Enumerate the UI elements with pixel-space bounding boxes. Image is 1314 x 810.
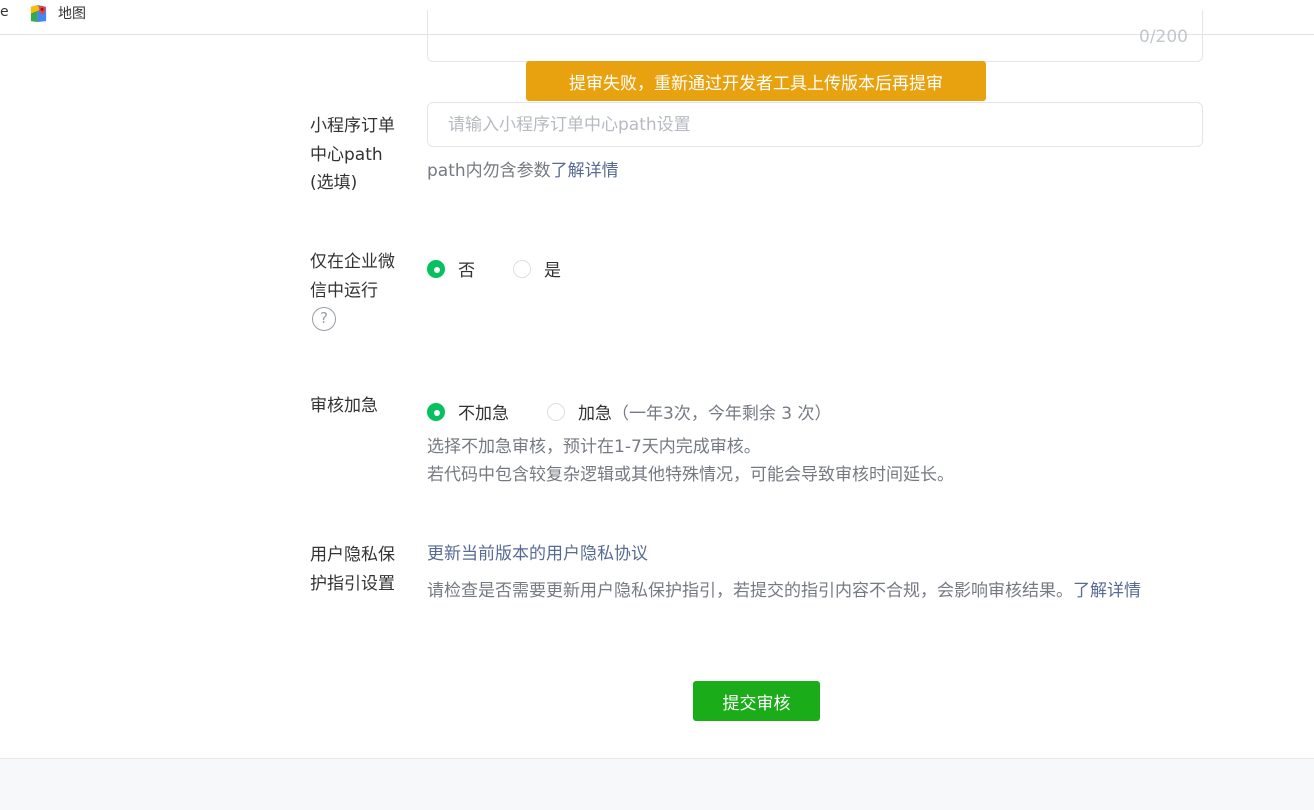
page-footer <box>0 758 1314 810</box>
order-path-input[interactable] <box>427 102 1203 147</box>
description-textarea[interactable]: 0/200 <box>427 10 1203 62</box>
label-line: 中心path <box>310 144 383 165</box>
update-privacy-link[interactable]: 更新当前版本的用户隐私协议 <box>427 540 648 568</box>
privacy-label: 用户隐私保 护指引设置 <box>310 541 410 598</box>
tip-line: 若代码中包含较复杂逻辑或其他特殊情况，可能会导致审核时间延长。 <box>427 465 954 485</box>
label-line: 护指引设置 <box>310 573 395 594</box>
radio-no[interactable]: 否 <box>427 256 475 281</box>
expedite-label: 审核加急 <box>310 396 378 416</box>
bookmark-label: 地图 <box>58 6 86 22</box>
error-toast: 提审失败，重新通过开发者工具上传版本后再提审 <box>526 61 986 101</box>
label-line: (选填) <box>310 173 358 193</box>
google-maps-icon <box>30 4 47 22</box>
question-mark-icon[interactable]: ? <box>312 307 336 331</box>
submit-review-button[interactable]: 提交审核 <box>693 681 820 721</box>
label-line: 小程序订单 <box>310 116 395 136</box>
tip-text: 请检查是否需要更新用户隐私保护指引，若提交的指引内容不合规，会影响审核结果。 <box>427 581 1073 601</box>
bookmark-truncated[interactable]: e <box>0 4 9 20</box>
learn-more-link[interactable]: 了解详情 <box>551 161 619 181</box>
tip-text: path内勿含参数 <box>427 161 551 181</box>
radio-label: 不加急 <box>458 404 509 424</box>
radio-checked-icon <box>427 402 445 421</box>
wecom-only-radio-group: 否 是 <box>427 256 561 281</box>
tip-line: 选择不加急审核，预计在1-7天内完成审核。 <box>427 437 761 457</box>
order-path-label: 小程序订单 中心path (选填) <box>310 112 410 198</box>
label-line: 仅在企业微 <box>310 252 395 272</box>
radio-expedite[interactable]: 加急 （一年3次，今年剩余 3 次） <box>547 399 831 424</box>
char-counter: 0/200 <box>1139 27 1188 47</box>
radio-unchecked-icon <box>513 259 531 278</box>
expedite-quota-note: （一年3次，今年剩余 3 次） <box>612 404 832 424</box>
bookmark-maps[interactable]: 地图 <box>29 3 86 23</box>
privacy-tip: 请检查是否需要更新用户隐私保护指引，若提交的指引内容不合规，会影响审核结果。了解… <box>427 577 1141 605</box>
radio-label: 否 <box>458 261 475 281</box>
expedite-radio-group: 不加急 加急 （一年3次，今年剩余 3 次） <box>427 399 831 424</box>
radio-yes[interactable]: 是 <box>513 256 561 281</box>
radio-label: 加急 <box>578 404 612 424</box>
radio-not-expedite[interactable]: 不加急 <box>427 399 509 424</box>
radio-checked-icon <box>427 259 445 278</box>
expedite-tip: 选择不加急审核，预计在1-7天内完成审核。 若代码中包含较复杂逻辑或其他特殊情况… <box>427 433 954 489</box>
label-line: 用户隐私保 <box>310 545 395 565</box>
radio-label: 是 <box>544 261 561 281</box>
order-path-tip: path内勿含参数了解详情 <box>427 157 619 185</box>
wecom-only-label: 仅在企业微 信中运行 <box>310 248 410 305</box>
label-line: 信中运行 <box>310 280 378 301</box>
radio-unchecked-icon <box>547 402 565 421</box>
learn-more-link[interactable]: 了解详情 <box>1073 581 1141 601</box>
